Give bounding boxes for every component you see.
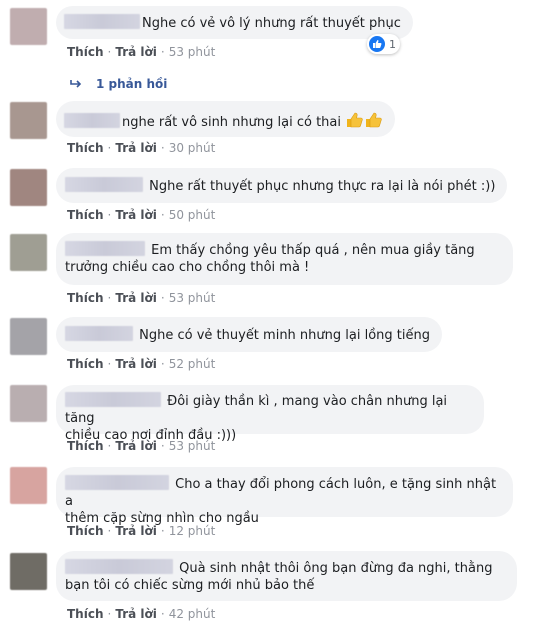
avatar[interactable]: [10, 385, 47, 422]
avatar[interactable]: [10, 553, 47, 590]
comment-bubble: Nghe rất thuyết phục nhưng thực ra lại l…: [56, 168, 508, 203]
reaction-summary[interactable]: 1: [367, 34, 400, 54]
thumbs-up-emoji: [345, 111, 383, 134]
view-replies-link[interactable]: 1 phản hồi: [70, 77, 167, 91]
reply-link[interactable]: Trả lời: [115, 607, 157, 621]
like-link[interactable]: Thích: [67, 607, 104, 621]
comment-actions: Thích · Trả lời · 42 phút: [67, 606, 215, 622]
comment-text-line-2: trưởng chiều cao cho chồng thôi mà !: [65, 260, 310, 275]
separator: ·: [107, 45, 112, 59]
separator: ·: [160, 141, 165, 155]
timestamp[interactable]: 12 phút: [169, 524, 216, 538]
timestamp[interactable]: 53 phút: [169, 439, 216, 453]
comment-bubble: Đôi giày thần kì , mang vào chân nhưng l…: [56, 385, 484, 443]
separator: ·: [160, 524, 165, 538]
comment-actions: Thích · Trả lời · 50 phút: [67, 207, 215, 223]
commenter-name-blurred[interactable]: [65, 559, 173, 574]
commenter-name-blurred[interactable]: [65, 326, 133, 341]
separator: ·: [107, 439, 112, 453]
reply-link[interactable]: Trả lời: [115, 357, 157, 371]
timestamp[interactable]: 52 phút: [169, 357, 216, 371]
comment-text-line-1: Em thấy chồng yêu thấp quá , nên mua giầ…: [151, 243, 475, 258]
avatar[interactable]: [10, 8, 47, 45]
comment-text: nghe rất vô sinh nhưng lại có thai: [122, 115, 341, 130]
comment-actions: Thích · Trả lời · 12 phút: [67, 523, 215, 539]
comment-bubble: Nghe có vẻ thuyết minh nhưng lại lồng ti…: [56, 317, 442, 352]
separator: ·: [160, 357, 165, 371]
avatar[interactable]: [10, 102, 47, 139]
comment-text-line-2: bạn tôi có chiếc sừng mới nhủ bảo thế: [65, 578, 315, 593]
separator: ·: [107, 141, 112, 155]
timestamp[interactable]: 42 phút: [169, 607, 216, 621]
avatar[interactable]: [10, 234, 47, 271]
comment-actions: Thích · Trả lời · 30 phút: [67, 140, 215, 156]
comment-text: Nghe rất thuyết phục nhưng thực ra lại l…: [149, 179, 496, 194]
like-link[interactable]: Thích: [67, 524, 104, 538]
like-link[interactable]: Thích: [67, 208, 104, 222]
comment-actions: Thích · Trả lời · 53 phút: [67, 44, 215, 60]
separator: ·: [160, 45, 165, 59]
reply-arrow-icon: [70, 80, 82, 88]
separator: ·: [160, 607, 165, 621]
reply-link[interactable]: Trả lời: [115, 141, 157, 155]
comment-bubble: Nghe có vẻ vô lý nhưng rất thuyết phục: [56, 6, 413, 39]
reply-link[interactable]: Trả lời: [115, 291, 157, 305]
like-link[interactable]: Thích: [67, 45, 104, 59]
separator: ·: [160, 208, 165, 222]
comment-bubble: Quà sinh nhật thôi ông bạn đừng đa nghi,…: [56, 551, 517, 601]
like-link[interactable]: Thích: [67, 357, 104, 371]
avatar[interactable]: [10, 318, 47, 355]
timestamp[interactable]: 53 phút: [169, 45, 216, 59]
comment-text: Nghe có vẻ thuyết minh nhưng lại lồng ti…: [139, 328, 430, 343]
comment-text: Nghe có vẻ vô lý nhưng rất thuyết phục: [142, 16, 401, 31]
commenter-name-blurred[interactable]: [65, 241, 145, 256]
comment-actions: Thích · Trả lời · 53 phút: [67, 290, 215, 306]
commenter-name-blurred[interactable]: [65, 177, 143, 192]
commenter-name-blurred[interactable]: [64, 14, 140, 29]
reply-link[interactable]: Trả lời: [115, 524, 157, 538]
like-link[interactable]: Thích: [67, 291, 104, 305]
separator: ·: [107, 524, 112, 538]
separator: ·: [107, 291, 112, 305]
comment-bubble: nghe rất vô sinh nhưng lại có thai: [56, 101, 396, 137]
avatar[interactable]: [10, 467, 47, 504]
comment-bubble: Em thấy chồng yêu thấp quá , nên mua giầ…: [56, 233, 513, 285]
reaction-count: 1: [389, 37, 396, 51]
reply-link[interactable]: Trả lời: [115, 208, 157, 222]
avatar[interactable]: [10, 169, 47, 206]
separator: ·: [160, 291, 165, 305]
reply-link[interactable]: Trả lời: [115, 439, 157, 453]
commenter-name-blurred[interactable]: [65, 392, 161, 407]
like-link[interactable]: Thích: [67, 141, 104, 155]
separator: ·: [107, 607, 112, 621]
comment-actions: Thích · Trả lời · 52 phút: [67, 356, 215, 372]
separator: ·: [107, 208, 112, 222]
like-link[interactable]: Thích: [67, 439, 104, 453]
commenter-name-blurred[interactable]: [65, 475, 169, 490]
separator: ·: [107, 357, 112, 371]
replies-count-label: 1 phản hồi: [96, 77, 168, 91]
like-reaction-icon: [369, 36, 385, 52]
comment-actions: Thích · Trả lời · 53 phút: [67, 438, 215, 454]
timestamp[interactable]: 30 phút: [169, 141, 216, 155]
comment-bubble: Cho a thay đổi phong cách luôn, e tặng s…: [56, 467, 513, 526]
timestamp[interactable]: 50 phút: [169, 208, 216, 222]
separator: ·: [160, 439, 165, 453]
timestamp[interactable]: 53 phút: [169, 291, 216, 305]
comment-text-line-1: Quà sinh nhật thôi ông bạn đừng đa nghi,…: [179, 561, 493, 576]
reply-link[interactable]: Trả lời: [115, 45, 157, 59]
commenter-name-blurred[interactable]: [64, 113, 120, 128]
